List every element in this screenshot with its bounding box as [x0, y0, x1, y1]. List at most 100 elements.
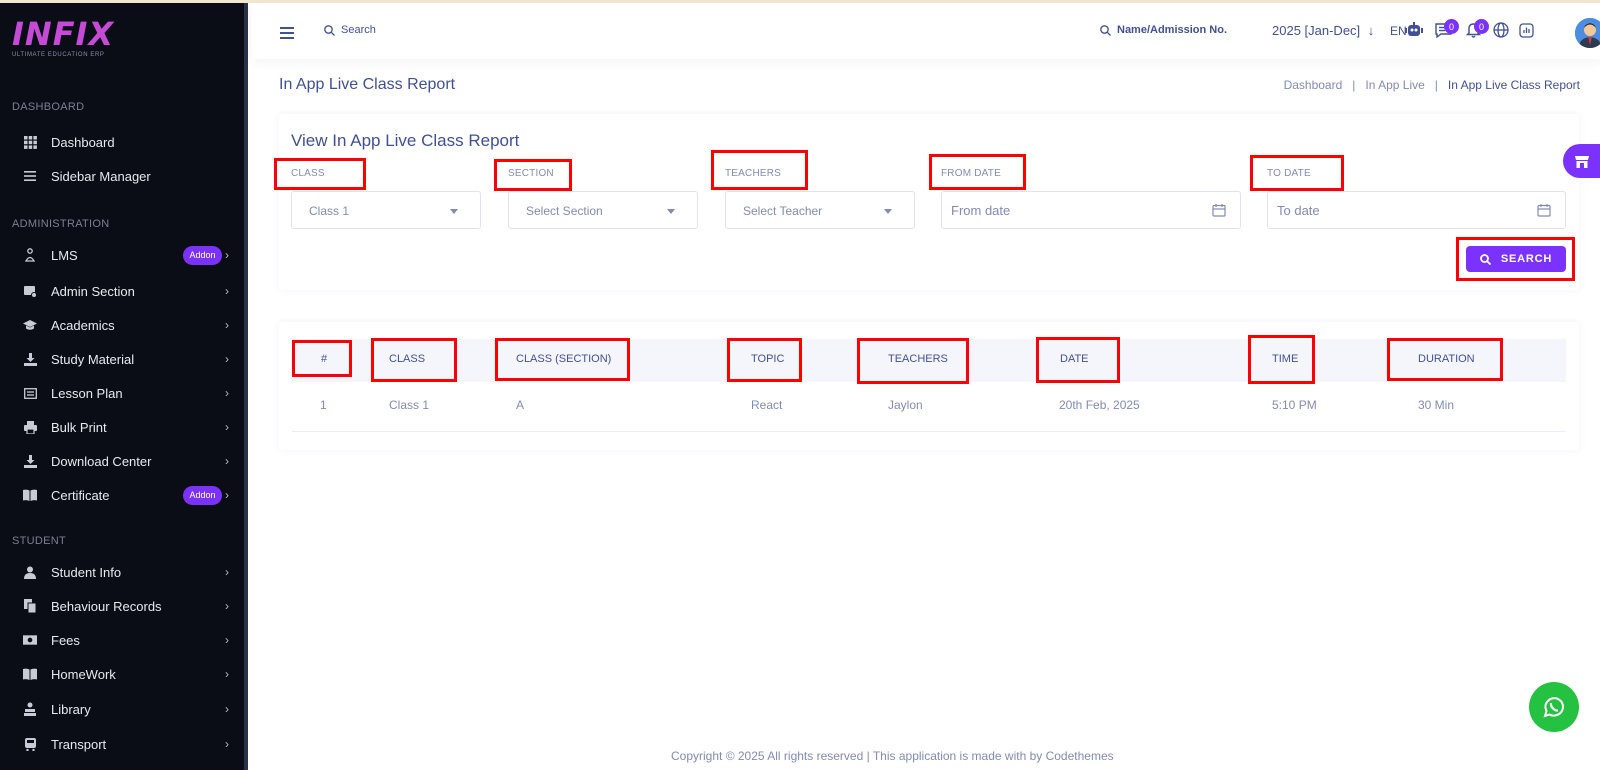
logo-text: INFIX [12, 15, 115, 53]
from-date-placeholder: From date [951, 203, 1011, 218]
sidebar-item-library[interactable]: Library › [0, 694, 244, 724]
chevron-right-icon: › [225, 599, 229, 613]
message-count-badge: 0 [1444, 19, 1459, 34]
chevron-right-icon: › [225, 248, 229, 262]
store-icon [1574, 156, 1589, 168]
sidebar-item-download-center[interactable]: Download Center › [0, 446, 244, 476]
annotation-box-topic-header [727, 338, 802, 382]
chevron-right-icon: › [225, 565, 229, 579]
annotation-box-teachers-label [711, 150, 808, 190]
header-search[interactable]: Search [324, 24, 376, 36]
breadcrumb-current: In App Live Class Report [1447, 78, 1580, 92]
name-admission-label: Name/Admission No. [1117, 24, 1228, 36]
floating-store-button[interactable] [1563, 144, 1600, 178]
sidebar-scrollbar[interactable] [244, 3, 248, 770]
footer-copyright: Copyright © 2025 All rights reserved | T… [671, 749, 1114, 763]
sidebar-item-label: Academics [51, 317, 115, 333]
addon-badge: Addon [183, 485, 222, 505]
whatsapp-button[interactable] [1529, 682, 1579, 732]
annotation-box-class-header [371, 338, 457, 382]
sidebar-item-lms[interactable]: LMS Addon › [0, 240, 244, 270]
sidebar: INFIX ULTIMATE EDUCATION ERP DASHBOARD D… [0, 3, 248, 770]
sidebar-item-student-info[interactable]: Student Info › [0, 557, 244, 587]
section-select[interactable]: Select Section [508, 191, 698, 229]
printer-icon [23, 420, 37, 434]
bus-icon [23, 737, 37, 751]
sidebar-item-label: Admin Section [51, 283, 135, 299]
sidebar-section-student: STUDENT [12, 535, 67, 547]
breadcrumb-in-app-live[interactable]: In App Live [1365, 78, 1424, 92]
grid-icon [23, 135, 37, 149]
chevron-right-icon: › [225, 737, 229, 751]
class-select-value: Class 1 [309, 204, 350, 218]
user-avatar[interactable] [1575, 18, 1600, 48]
hamburger-menu-icon[interactable] [280, 27, 294, 42]
annotation-box-class-label [274, 158, 366, 190]
logo[interactable]: INFIX ULTIMATE EDUCATION ERP [12, 17, 114, 58]
chevron-right-icon: › [225, 488, 229, 502]
download-icon [23, 352, 37, 366]
sidebar-item-homework[interactable]: HomeWork › [0, 659, 244, 689]
table-cell-teacher: Jaylon [888, 398, 923, 412]
robot-icon[interactable] [1405, 21, 1423, 39]
sidebar-item-bulk-print[interactable]: Bulk Print › [0, 412, 244, 442]
sidebar-item-admin-section[interactable]: Admin Section › [0, 276, 244, 306]
notification-count-badge: 0 [1474, 19, 1489, 34]
breadcrumb-separator: | [1352, 78, 1356, 92]
caret-down-icon [884, 209, 892, 214]
sidebar-item-lesson-plan[interactable]: Lesson Plan › [0, 378, 244, 408]
sidebar-item-academics[interactable]: Academics › [0, 310, 244, 340]
sidebar-item-label: Sidebar Manager [51, 168, 151, 184]
sidebar-item-label: Student Info [51, 564, 122, 580]
table-cell-duration: 30 Min [1418, 398, 1455, 412]
sidebar-section-dashboard: DASHBOARD [12, 101, 85, 113]
annotation-box-search-button [1456, 237, 1575, 281]
sidebar-item-label: Bulk Print [51, 419, 107, 435]
breadcrumb: Dashboard | In App Live | In App Live Cl… [1284, 78, 1580, 92]
whatsapp-icon [1543, 697, 1565, 718]
chevron-right-icon: › [225, 352, 229, 366]
teacher-select-placeholder: Select Teacher [743, 204, 823, 218]
academic-year-selector[interactable]: 2025 [Jan-Dec] ↓ [1272, 23, 1374, 38]
chevron-right-icon: › [225, 633, 229, 647]
table-row-divider [292, 431, 1566, 432]
table-cell-class-section: A [516, 398, 525, 412]
sidebar-item-fees[interactable]: Fees › [0, 625, 244, 655]
money-icon [23, 633, 37, 647]
annotation-box-teachers-header [857, 338, 969, 384]
annotation-box-from-date-label [929, 154, 1026, 190]
sidebar-item-transport[interactable]: Transport › [0, 729, 244, 759]
top-header: Search Name/Admission No. 2025 [Jan-Dec]… [252, 3, 1600, 59]
addon-badge: Addon [183, 245, 222, 265]
filter-card-title: View In App Live Class Report [291, 131, 520, 150]
table-cell-topic: React [751, 398, 783, 412]
chevron-right-icon: › [225, 386, 229, 400]
teacher-select[interactable]: Select Teacher [725, 191, 915, 229]
sidebar-item-dashboard[interactable]: Dashboard [0, 127, 244, 157]
sidebar-item-sidebar-manager[interactable]: Sidebar Manager [0, 161, 244, 191]
arrow-down-icon: ↓ [1367, 23, 1375, 38]
table-cell-time: 5:10 PM [1272, 398, 1317, 412]
report-icon[interactable] [1517, 21, 1535, 39]
table-cell-class: Class 1 [389, 398, 430, 412]
sidebar-item-study-material[interactable]: Study Material › [0, 344, 244, 374]
annotation-box-to-date-label [1250, 155, 1344, 191]
sidebar-item-behaviour-records[interactable]: Behaviour Records › [0, 591, 244, 621]
breadcrumb-dashboard[interactable]: Dashboard [1284, 78, 1343, 92]
sidebar-item-label: Library [51, 701, 91, 717]
sidebar-item-label: Fees [51, 632, 80, 648]
name-admission-search[interactable]: Name/Admission No. [1100, 24, 1227, 36]
to-date-input[interactable]: To date [1267, 191, 1566, 229]
sidebar-item-label: Transport [51, 736, 107, 752]
sidebar-section-administration: ADMINISTRATION [12, 218, 110, 230]
chevron-right-icon: › [225, 318, 229, 332]
page-title: In App Live Class Report [279, 76, 456, 93]
table-cell-date: 20th Feb, 2025 [1059, 398, 1140, 412]
sidebar-item-certificate[interactable]: Certificate Addon › [0, 480, 244, 510]
class-select[interactable]: Class 1 [291, 191, 481, 229]
annotation-box-time-header [1248, 335, 1315, 384]
search-icon [324, 24, 335, 36]
globe-icon[interactable] [1492, 21, 1510, 39]
from-date-input[interactable]: From date [941, 191, 1241, 229]
logo-subtitle: ULTIMATE EDUCATION ERP [12, 52, 105, 58]
